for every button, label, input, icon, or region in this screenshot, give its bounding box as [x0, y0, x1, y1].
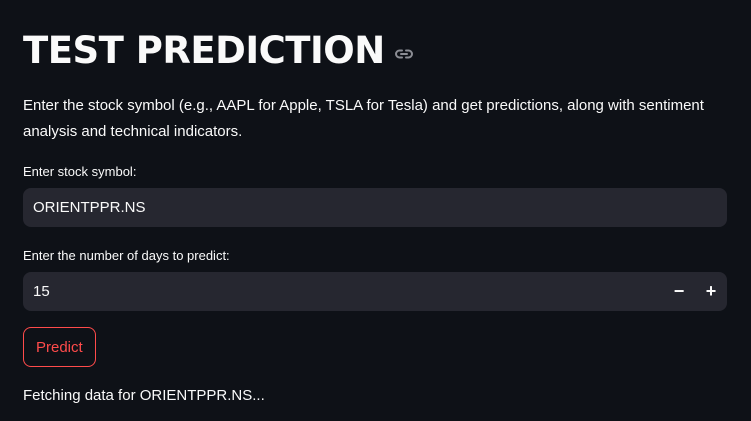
page-title: TEST PREDICTION: [23, 29, 385, 72]
days-field-label: Enter the number of days to predict:: [23, 248, 230, 263]
days-number-input: − +: [23, 272, 727, 311]
title-row: TEST PREDICTION: [23, 26, 414, 76]
predict-button[interactable]: Predict: [23, 327, 96, 367]
status-text: Fetching data for ORIENTPPR.NS...: [23, 387, 265, 404]
intro-text: Enter the stock symbol (e.g., AAPL for A…: [23, 97, 704, 140]
increment-button[interactable]: +: [695, 272, 727, 311]
decrement-button[interactable]: −: [663, 272, 695, 311]
symbol-field-label: Enter stock symbol:: [23, 164, 137, 179]
link-icon[interactable]: [394, 47, 414, 61]
days-input[interactable]: [23, 272, 663, 311]
stock-symbol-input[interactable]: [23, 188, 727, 227]
